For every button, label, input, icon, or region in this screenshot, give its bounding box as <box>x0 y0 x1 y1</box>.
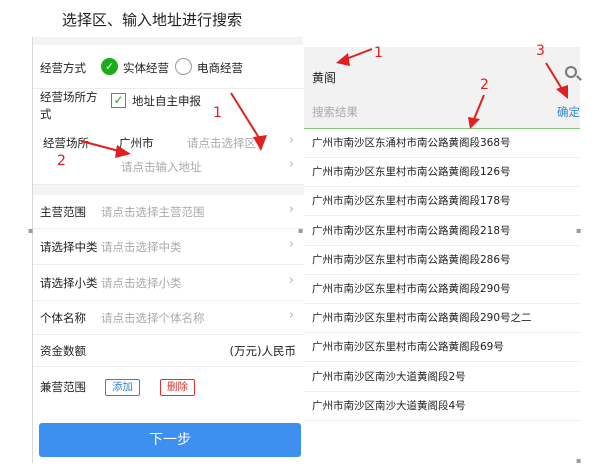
radio-ecommerce-icon[interactable] <box>175 58 192 75</box>
small-class-label: 请选择小类 <box>40 276 98 290</box>
individual-name-label: 个体名称 <box>40 311 86 325</box>
search-result-item[interactable]: 广州市南沙区东里村市南公路黄阁段69号 <box>304 333 580 362</box>
chevron-right-icon: › <box>288 237 294 252</box>
search-results-header: 搜索结果 确定 <box>304 91 580 129</box>
business-mode-row: 经营方式 ✓ 实体经营 电商经营 <box>33 45 304 89</box>
radio-ecommerce-label[interactable]: 电商经营 <box>197 60 243 76</box>
small-class-row[interactable]: 请选择小类 请点击选择小类 › <box>33 265 304 301</box>
small-class-select[interactable]: 请点击选择小类 <box>101 275 182 291</box>
section-gap <box>33 185 304 195</box>
search-result-item[interactable]: 广州市南沙区东里村市南公路黄阁段290号 <box>304 275 580 304</box>
chevron-right-icon: › <box>288 133 294 148</box>
middle-class-label: 请选择中类 <box>40 240 98 254</box>
search-result-item[interactable]: 广州市南沙区南沙大道黄阁段2号 <box>304 363 580 392</box>
business-mode-label: 经营方式 <box>40 61 86 75</box>
search-result-item[interactable]: 广州市南沙区东里村市南公路黄阁段218号 <box>304 217 580 246</box>
selection-handle: ▪ <box>28 226 34 235</box>
middle-class-row[interactable]: 请选择中类 请点击选择中类 › <box>33 229 304 265</box>
main-scope-label: 主营范围 <box>40 205 86 219</box>
annotation-arrow-icon <box>336 48 373 66</box>
side-scope-label: 兼营范围 <box>40 380 86 394</box>
chevron-right-icon: › <box>288 202 294 217</box>
search-result-item[interactable]: 广州市南沙区东里村市南公路黄阁段290号之二 <box>304 304 580 333</box>
radio-physical-label[interactable]: 实体经营 <box>123 60 169 76</box>
individual-name-select[interactable]: 请点击选择个体名称 <box>101 310 205 326</box>
search-result-item[interactable]: 广州市南沙区东里村市南公路黄阁段126号 <box>304 158 580 187</box>
annotation-number-1: 1 <box>213 105 222 121</box>
business-form-panel: 经营方式 ✓ 实体经营 电商经营 经营场所方式 ✓ 地址自主申报 经营场所 广州… <box>32 37 304 463</box>
selection-handle: ▪ <box>576 456 582 465</box>
annotation-arrow-icon <box>545 62 568 99</box>
annotation-number-3: 3 <box>536 43 545 59</box>
annotation-arrow-icon <box>80 140 131 158</box>
page-caption: 选择区、输入地址进行搜索 <box>62 11 243 29</box>
selection-handle: ▪ <box>576 226 582 235</box>
main-scope-select[interactable]: 请点击选择主营范围 <box>101 204 205 220</box>
selection-handle: ▪ <box>298 226 304 235</box>
chevron-right-icon: › <box>288 308 294 323</box>
annotation-arrow-icon <box>468 94 485 129</box>
search-result-item[interactable]: 广州市南沙区东涌村市南公路黄阁段368号 <box>304 129 580 158</box>
premises-mode-label: 经营场所方式 <box>40 90 98 121</box>
next-step-button[interactable]: 下一步 <box>39 423 301 457</box>
capital-row: 资金数额 (万元)人民币 <box>33 335 304 367</box>
self-declare-checkbox-icon[interactable]: ✓ <box>111 93 126 108</box>
search-result-item[interactable]: 广州市南沙区南沙大道黄阁段4号 <box>304 392 580 421</box>
search-results-label: 搜索结果 <box>312 105 358 119</box>
individual-name-row[interactable]: 个体名称 请点击选择个体名称 › <box>33 301 304 335</box>
search-result-item[interactable]: 广州市南沙区东里村市南公路黄阁段178号 <box>304 187 580 216</box>
delete-scope-button[interactable]: 删除 <box>160 379 195 396</box>
chevron-right-icon: › <box>288 157 294 172</box>
side-scope-row: 兼营范围 添加 删除 <box>33 367 304 407</box>
annotation-number-2: 2 <box>480 77 489 93</box>
address-search-panel: 黄阁 搜索结果 确定 广州市南沙区东涌村市南公路黄阁段368号 广州市南沙区东里… <box>304 37 582 460</box>
annotation-number-2: 2 <box>57 153 66 169</box>
panel-top-bar <box>33 37 303 45</box>
chevron-right-icon: › <box>288 273 294 288</box>
annotation-arrow-icon <box>230 92 267 151</box>
capital-label: 资金数额 <box>40 344 86 358</box>
radio-physical-selected-icon[interactable]: ✓ <box>101 58 118 75</box>
main-scope-row[interactable]: 主营范围 请点击选择主营范围 › <box>33 195 304 229</box>
add-scope-button[interactable]: 添加 <box>105 379 140 396</box>
confirm-button[interactable]: 确定 <box>557 104 580 120</box>
search-result-item[interactable]: 广州市南沙区东里村市南公路黄阁段286号 <box>304 246 580 275</box>
middle-class-select[interactable]: 请点击选择中类 <box>101 239 182 255</box>
capital-unit: (万元)人民币 <box>229 344 296 358</box>
self-declare-label[interactable]: 地址自主申报 <box>132 93 201 109</box>
